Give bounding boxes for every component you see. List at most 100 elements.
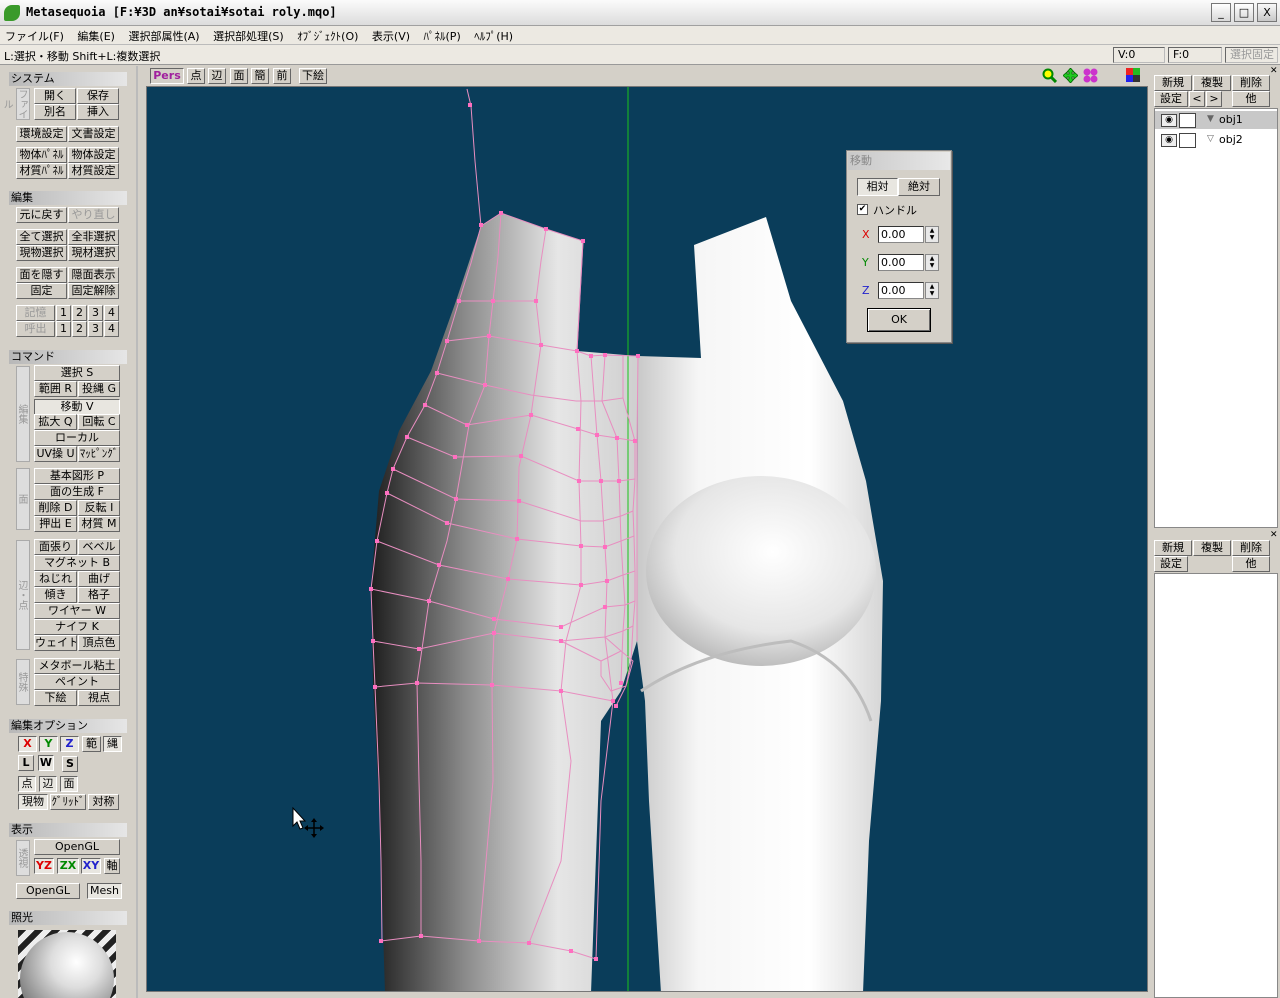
expand-triangle-icon[interactable]: ▽ bbox=[1207, 134, 1214, 144]
current-object-toggle[interactable]: 現物 bbox=[18, 794, 48, 810]
hide-face-button[interactable]: 面を隠す bbox=[16, 267, 67, 283]
memory-1-button[interactable]: 1 bbox=[56, 305, 71, 321]
axis-display-button[interactable]: 軸 bbox=[104, 858, 120, 874]
view-background-button[interactable]: 下絵 bbox=[299, 68, 327, 84]
menu-selection-proc[interactable]: 選択部処理(S) bbox=[208, 26, 289, 46]
pan-icon[interactable] bbox=[1062, 67, 1079, 84]
recall-3-button[interactable]: 3 bbox=[88, 321, 103, 337]
fix-button[interactable]: 固定 bbox=[16, 283, 67, 299]
axis-x-toggle[interactable]: X bbox=[18, 736, 37, 752]
background-image-button[interactable]: 下絵 bbox=[34, 690, 77, 706]
point-toggle[interactable]: 点 bbox=[18, 776, 36, 792]
object-copy-button[interactable]: 複製 bbox=[1193, 75, 1231, 91]
screen-s-toggle[interactable]: S bbox=[62, 756, 78, 772]
world-w-toggle[interactable]: W bbox=[38, 755, 54, 771]
wire-button[interactable]: ワイヤー W bbox=[34, 603, 120, 619]
memory-4-button[interactable]: 4 bbox=[104, 305, 119, 321]
object-row-obj2[interactable]: ◉ ▽ obj2 bbox=[1155, 131, 1277, 149]
menu-file[interactable]: ファイル(F) bbox=[0, 26, 69, 46]
bend-button[interactable]: 曲げ bbox=[78, 571, 120, 587]
handle-checkbox[interactable]: ✔ bbox=[857, 204, 868, 215]
env-settings-button[interactable]: 環境設定 bbox=[16, 126, 67, 142]
material-new-button[interactable]: 新規 bbox=[1154, 540, 1192, 556]
select-all-button[interactable]: 全て選択 bbox=[16, 229, 67, 245]
weight-button[interactable]: ウェイト bbox=[34, 635, 77, 651]
visibility-eye-icon[interactable]: ◉ bbox=[1161, 134, 1177, 147]
view-point-button[interactable]: 点 bbox=[187, 68, 205, 84]
lattice-button[interactable]: 格子 bbox=[78, 587, 120, 603]
y-spinner[interactable]: ▲ ▼ bbox=[925, 254, 939, 271]
object-other-button[interactable]: 他 bbox=[1232, 91, 1270, 107]
material-settings-button[interactable]: 材質設定 bbox=[68, 163, 119, 179]
opengl-toggle[interactable]: OpenGL bbox=[16, 883, 80, 899]
axis-y-toggle[interactable]: Y bbox=[39, 736, 58, 752]
rope-select-toggle[interactable]: 縄 bbox=[103, 736, 122, 752]
material-delete-button[interactable]: 削除 bbox=[1232, 540, 1270, 556]
move-tool-button[interactable]: 移動 V bbox=[34, 399, 120, 415]
lock-box-icon[interactable] bbox=[1179, 133, 1196, 148]
show-hidden-button[interactable]: 隠面表示 bbox=[68, 267, 119, 283]
saveas-button[interactable]: 別名 bbox=[34, 104, 76, 120]
twist-button[interactable]: ねじれ bbox=[34, 571, 77, 587]
primitive-button[interactable]: 基本図形 P bbox=[34, 468, 120, 484]
y-input[interactable]: 0.00 bbox=[878, 254, 924, 271]
selection-lock[interactable]: 選択固定 bbox=[1225, 47, 1278, 63]
view-simple-button[interactable]: 簡 bbox=[251, 68, 269, 84]
view-yz-button[interactable]: YZ bbox=[34, 858, 54, 874]
expand-triangle-icon[interactable]: ▼ bbox=[1207, 114, 1214, 124]
menu-help[interactable]: ﾍﾙﾌﾟ(H) bbox=[469, 26, 518, 46]
memory-2-button[interactable]: 2 bbox=[72, 305, 87, 321]
extrude-tool-button[interactable]: 押出 E bbox=[34, 516, 77, 532]
visibility-eye-icon[interactable]: ◉ bbox=[1161, 114, 1177, 127]
absolute-button[interactable]: 絶対 bbox=[898, 178, 940, 196]
range-tool-button[interactable]: 範囲 R bbox=[34, 381, 77, 397]
mesh-toggle[interactable]: Mesh bbox=[87, 883, 122, 899]
material-settings-button[interactable]: 設定 bbox=[1154, 556, 1188, 572]
vertex-color-button[interactable]: 頂点色 bbox=[78, 635, 120, 651]
create-face-button[interactable]: 面の生成 F bbox=[34, 484, 120, 500]
memory-3-button[interactable]: 3 bbox=[88, 305, 103, 321]
recall-4-button[interactable]: 4 bbox=[104, 321, 119, 337]
uv-tool-button[interactable]: UV操 U bbox=[34, 446, 77, 462]
close-button[interactable]: X bbox=[1257, 3, 1277, 22]
object-panel-close-icon[interactable]: ✕ bbox=[1270, 66, 1278, 76]
perspective-button[interactable]: Pers bbox=[150, 68, 184, 84]
doc-settings-button[interactable]: 文書設定 bbox=[68, 126, 119, 142]
light-preview[interactable] bbox=[18, 930, 116, 998]
select-none-button[interactable]: 全非選択 bbox=[68, 229, 119, 245]
view-front-button[interactable]: 前 bbox=[273, 68, 291, 84]
view-face-button[interactable]: 面 bbox=[230, 68, 248, 84]
select-tool-button[interactable]: 選択 S bbox=[34, 365, 120, 381]
object-next-button[interactable]: > bbox=[1206, 91, 1222, 107]
recall-1-button[interactable]: 1 bbox=[56, 321, 71, 337]
material-panel-button[interactable]: 材質ﾊﾟﾈﾙ bbox=[16, 163, 67, 179]
menu-selection-attr[interactable]: 選択部属性(A) bbox=[123, 26, 204, 46]
menu-edit[interactable]: 編集(E) bbox=[72, 26, 120, 46]
color-grid-icon[interactable] bbox=[1126, 68, 1140, 82]
redo-button[interactable]: やり直し bbox=[68, 207, 119, 223]
menu-panel[interactable]: ﾊﾟﾈﾙ(P) bbox=[419, 26, 466, 46]
axis-z-toggle[interactable]: Z bbox=[60, 736, 79, 752]
object-settings-button[interactable]: 物体設定 bbox=[68, 147, 119, 163]
memory-button[interactable]: 記憶 bbox=[16, 305, 55, 321]
lock-box-icon[interactable] bbox=[1179, 113, 1196, 128]
flip-tool-button[interactable]: 反転 I bbox=[78, 500, 120, 516]
magnet-button[interactable]: マグネット B bbox=[34, 555, 120, 571]
mapping-tool-button[interactable]: ﾏｯﾋﾟﾝｸﾞ bbox=[78, 446, 120, 462]
paint-button[interactable]: ペイント bbox=[34, 674, 120, 690]
relative-button[interactable]: 相対 bbox=[857, 178, 898, 196]
scale-tool-button[interactable]: 拡大 Q bbox=[34, 414, 77, 430]
bevel-button[interactable]: ベベル bbox=[78, 539, 120, 555]
select-current-object-button[interactable]: 現物選択 bbox=[16, 245, 67, 261]
z-input[interactable]: 0.00 bbox=[878, 282, 924, 299]
menu-object[interactable]: ｵﾌﾞｼﾞｪｸﾄ(O) bbox=[292, 26, 363, 46]
local-tool-button[interactable]: ローカル bbox=[34, 430, 120, 446]
grid-toggle[interactable]: ｸﾞﾘｯﾄﾞ bbox=[50, 794, 86, 810]
object-delete-button[interactable]: 削除 bbox=[1232, 75, 1270, 91]
view-zx-button[interactable]: ZX bbox=[57, 858, 79, 874]
opengl-button[interactable]: OpenGL bbox=[34, 839, 120, 855]
object-prev-button[interactable]: < bbox=[1189, 91, 1205, 107]
object-panel-button[interactable]: 物体ﾊﾟﾈﾙ bbox=[16, 147, 67, 163]
unfix-button[interactable]: 固定解除 bbox=[68, 283, 119, 299]
knife-button[interactable]: ナイフ K bbox=[34, 619, 120, 635]
